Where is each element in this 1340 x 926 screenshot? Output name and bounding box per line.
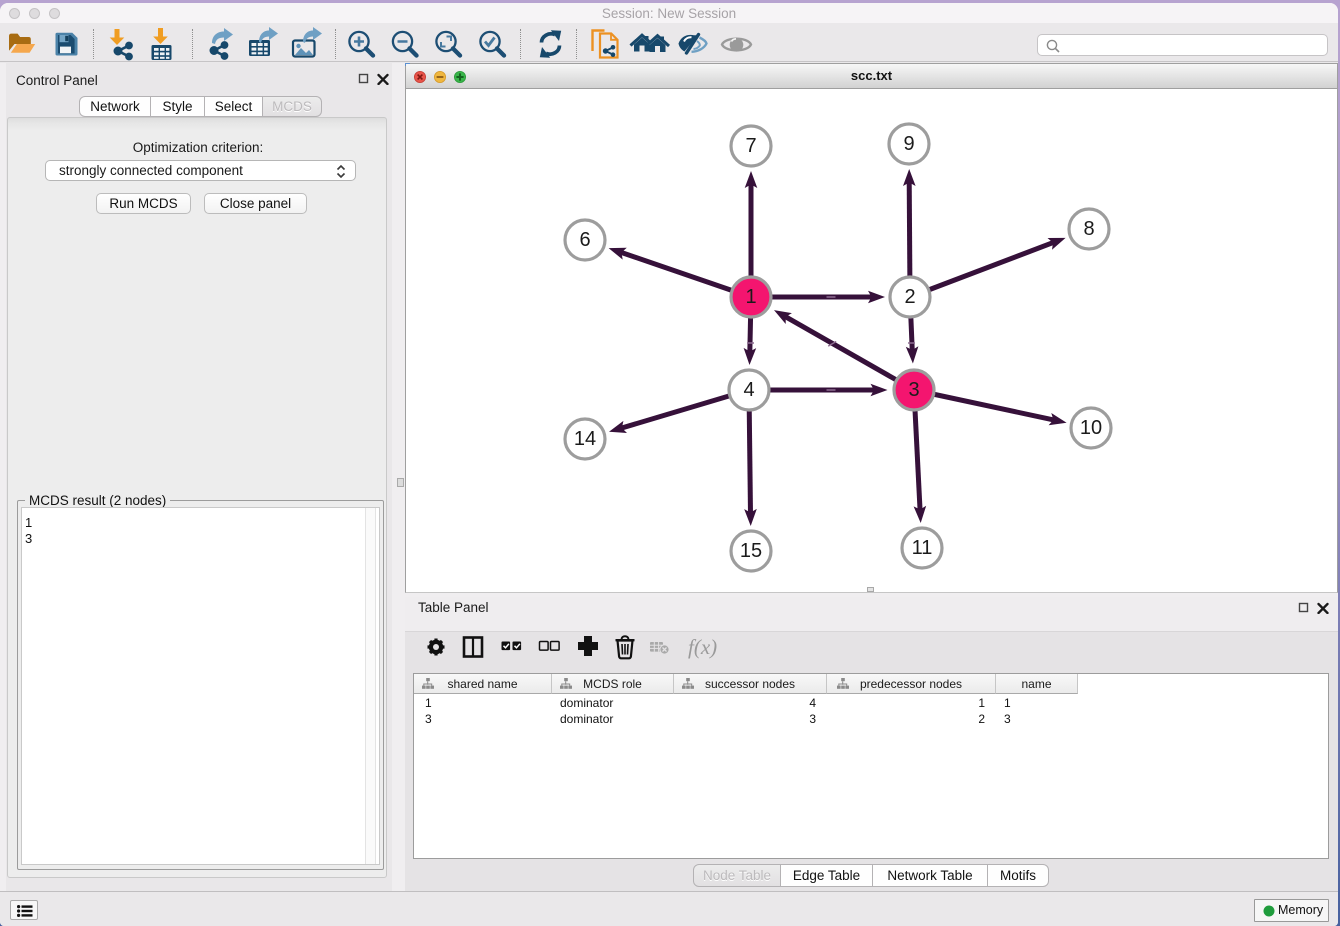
svg-text:7: 7: [745, 135, 756, 157]
svg-text:15: 15: [740, 540, 762, 562]
svg-text:8: 8: [1083, 218, 1094, 240]
svg-text:14: 14: [574, 428, 596, 450]
svg-text:3: 3: [908, 379, 919, 401]
svg-text:6: 6: [579, 229, 590, 251]
svg-text:2: 2: [904, 286, 915, 308]
svg-text:4: 4: [743, 379, 754, 401]
svg-text:9: 9: [903, 133, 914, 155]
svg-text:f(x): f(x): [688, 635, 717, 659]
svg-text:11: 11: [912, 537, 933, 559]
svg-text:10: 10: [1080, 417, 1102, 439]
svg-text:1: 1: [745, 286, 756, 308]
